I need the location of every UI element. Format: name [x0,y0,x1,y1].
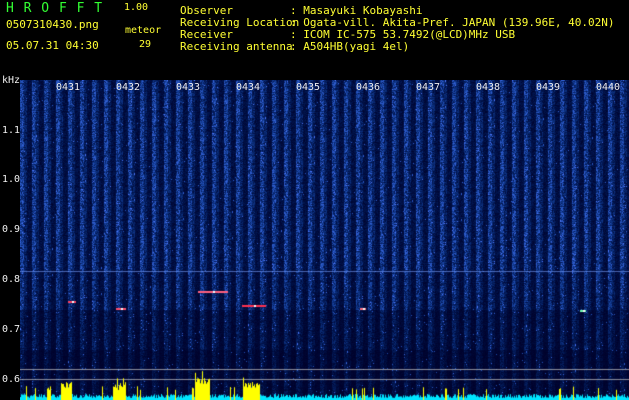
time-tick-label: 0432 [116,82,141,93]
observer-key: Observer [180,4,233,17]
datetime-label: 05.07.31 04:30 [6,39,99,52]
y-tick-label: 0.6 [2,374,21,385]
receiver-value: : ICOM IC-575 53.7492(@LCD)MHz USB [290,28,516,41]
y-tick-label: 0.7 [2,324,21,335]
time-tick-label: 0431 [56,82,81,93]
observer-value: : Masayuki Kobayashi [290,4,423,17]
time-tick-label: 0440 [596,82,621,93]
spectrogram [20,80,629,400]
y-axis-unit: kHz [2,75,21,86]
time-tick-label: 0437 [416,82,441,93]
antenna-key: Receiving antenna [180,40,293,53]
time-tick-label: 0433 [176,82,201,93]
time-tick-label: 0435 [296,82,321,93]
meteor-count: 29 [139,39,152,50]
time-tick-label: 0434 [236,82,261,93]
meteor-label: meteor [125,25,162,36]
time-tick-label: 0439 [536,82,561,93]
antenna-value: : A504HB(yagi 4el) [290,40,410,53]
app-title: H R O F F T [6,1,104,16]
location-value: : Ogata-vill. Akita-Pref. JAPAN (139.96E… [290,16,615,29]
y-tick-label: 1.0 [2,174,21,185]
filename-label: 0507310430.png [6,18,99,31]
hrofft-window: H R O F F T 1.00 0507310430.png meteor 0… [0,0,629,400]
y-tick-label: 0.8 [2,274,21,285]
receiver-key: Receiver [180,28,233,41]
time-tick-label: 0436 [356,82,381,93]
y-tick-label: 0.9 [2,224,21,235]
location-key: Receiving Location [180,16,300,29]
version-label: 1.00 [124,2,149,13]
time-tick-label: 0438 [476,82,501,93]
y-tick-label: 1.1 [2,125,21,136]
